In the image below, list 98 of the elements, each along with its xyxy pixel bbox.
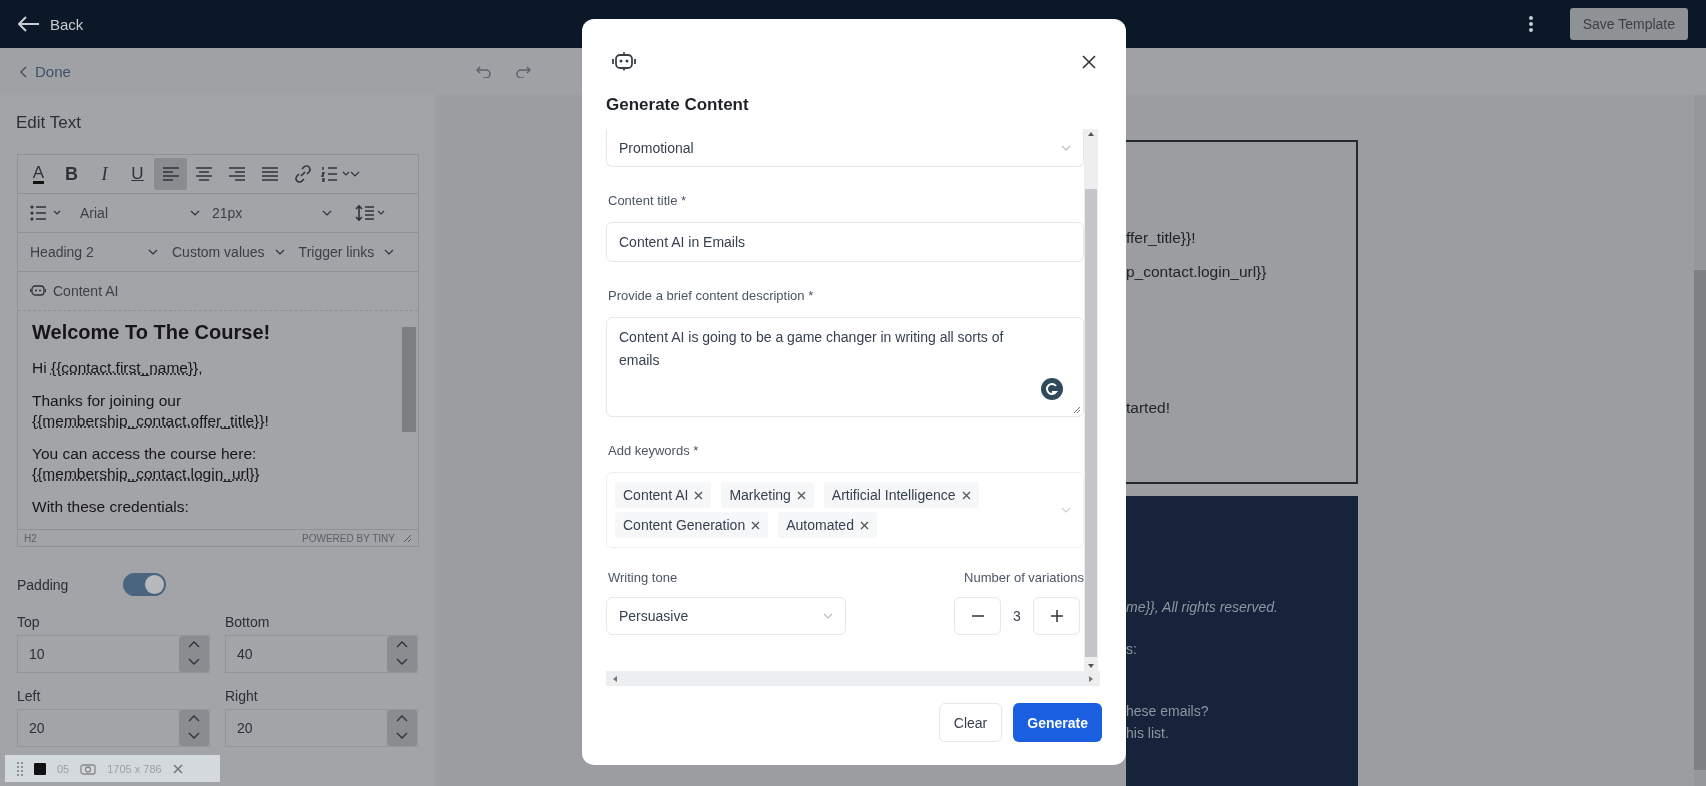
- font-family-dropdown[interactable]: Arial: [80, 205, 200, 221]
- footer-text: his list.: [1126, 724, 1170, 743]
- keyword-tag[interactable]: Content Generation: [615, 512, 769, 538]
- field-label: Top: [17, 614, 41, 630]
- content-ai-button[interactable]: Content AI: [30, 283, 119, 299]
- robot-icon: [612, 50, 636, 73]
- keyword-tag[interactable]: Artificial Intelligence: [823, 482, 979, 508]
- text-color-button[interactable]: A: [22, 158, 55, 190]
- remove-icon[interactable]: [751, 520, 761, 530]
- bold-button[interactable]: B: [55, 158, 88, 190]
- email-heading: Welcome To The Course!: [32, 321, 272, 344]
- caret-icon: [274, 249, 285, 255]
- number-field[interactable]: 20: [225, 709, 418, 747]
- field-label: Provide a brief content description *: [608, 288, 815, 303]
- field-label: Content title *: [608, 193, 688, 208]
- drag-handle-icon[interactable]: [17, 761, 23, 776]
- clear-button[interactable]: Clear: [938, 703, 1003, 742]
- justify-icon: [260, 167, 279, 181]
- resize-handle-icon[interactable]: [403, 533, 412, 543]
- scrollbar[interactable]: [1084, 129, 1098, 671]
- content-title-field[interactable]: Content AI in Emails: [606, 222, 1084, 262]
- align-center-icon: [194, 167, 213, 181]
- remove-icon[interactable]: [796, 490, 806, 500]
- padding-label: Padding: [17, 576, 69, 593]
- footer-text: hese emails?: [1126, 702, 1210, 721]
- content-type-select[interactable]: Promotional: [606, 129, 1084, 167]
- chevron-left-icon: [20, 65, 28, 78]
- link-icon: [293, 165, 312, 183]
- element-path: H2: [24, 532, 37, 544]
- field-label: Add keywords *: [608, 443, 700, 458]
- number-field[interactable]: 20: [17, 709, 210, 747]
- field-label: Bottom: [225, 614, 271, 630]
- email-paragraph: You can access the course here: {{membership_contact.login_url}}: [32, 444, 261, 484]
- more-options-icon[interactable]: [1527, 15, 1534, 33]
- done-link[interactable]: Done: [20, 63, 71, 80]
- save-template-button[interactable]: Save Template: [1569, 8, 1688, 40]
- footer-text: me}}, All rights reserved.: [1126, 598, 1279, 617]
- increment-button[interactable]: [1033, 597, 1080, 635]
- panel-title: Edit Text: [16, 113, 82, 133]
- email-text: tarted!: [1126, 398, 1171, 418]
- grammar-assistant-icon[interactable]: [1041, 378, 1063, 400]
- powered-by-label: POWERED BY TINY: [302, 532, 395, 544]
- description-field[interactable]: Content AI is going to be a game changer in writing all sorts of emails: [606, 317, 1084, 417]
- align-left-button[interactable]: [154, 158, 187, 190]
- caret-icon: [384, 249, 395, 255]
- caret-icon: [190, 210, 200, 216]
- writing-tone-select[interactable]: Persuasive: [606, 597, 846, 635]
- field-label: Number of variations: [964, 570, 1084, 585]
- field-label: Right: [225, 688, 259, 704]
- generate-button[interactable]: Generate: [1013, 703, 1102, 742]
- email-paragraph: Thanks for joining our {{membership_contact.offer_title}}!: [32, 391, 270, 431]
- caret-icon[interactable]: [350, 171, 360, 177]
- plus-icon: [1050, 610, 1063, 622]
- menu-dropdown[interactable]: Trigger links: [298, 244, 395, 260]
- email-text: ffer_title}}!: [1126, 228, 1197, 248]
- menu-dropdown[interactable]: Custom values: [172, 244, 285, 260]
- caret-icon: [148, 249, 158, 255]
- keyword-tag[interactable]: Marketing: [721, 482, 814, 508]
- scrollbar[interactable]: [1694, 95, 1706, 786]
- number-field[interactable]: 40: [225, 635, 418, 673]
- email-paragraph: With these credentials:: [32, 497, 190, 517]
- font-size-dropdown[interactable]: 21px: [212, 205, 332, 221]
- resize-handle-icon[interactable]: [1073, 406, 1081, 414]
- footer-text: s:: [1126, 640, 1138, 659]
- numbered-list-icon: [320, 166, 351, 182]
- underline-button[interactable]: U: [121, 158, 154, 190]
- block-format-dropdown[interactable]: Heading 2: [30, 244, 158, 260]
- horizontal-scrollbar[interactable]: [606, 671, 1100, 686]
- robot-icon: [30, 284, 46, 298]
- caret-icon: [322, 210, 332, 216]
- email-text: p_contact.login_url}}: [1126, 262, 1268, 282]
- keyword-tag[interactable]: Automated: [778, 512, 877, 538]
- stop-icon[interactable]: [34, 762, 46, 775]
- italic-button[interactable]: I: [88, 158, 121, 190]
- camera-icon[interactable]: [80, 762, 97, 775]
- minus-icon: [971, 615, 984, 617]
- undo-icon[interactable]: [475, 65, 492, 78]
- email-paragraph: Hi {{contact.first_name}},: [32, 358, 204, 378]
- padding-toggle[interactable]: [123, 573, 167, 596]
- keyword-tag[interactable]: Content AI: [615, 482, 712, 508]
- caret-icon: [1061, 144, 1071, 151]
- remove-icon[interactable]: [961, 490, 971, 500]
- caret-icon: [823, 613, 833, 619]
- field-label: Left: [17, 688, 42, 704]
- align-left-icon: [161, 167, 180, 181]
- remove-icon[interactable]: [859, 520, 869, 530]
- variations-count: 3: [1012, 608, 1022, 624]
- align-right-icon: [227, 167, 246, 181]
- redo-icon[interactable]: [514, 65, 531, 78]
- remove-icon[interactable]: [694, 490, 704, 500]
- dialog-title: Generate Content: [606, 95, 750, 115]
- keywords-field[interactable]: Content AI Marketing Artificial Intelligence Content Generation Automated: [606, 472, 1084, 548]
- back-button[interactable]: Back: [18, 15, 84, 33]
- number-field[interactable]: 10: [17, 635, 210, 673]
- close-icon[interactable]: [1082, 54, 1096, 69]
- back-arrow-icon: [18, 16, 40, 32]
- line-height-icon: [355, 204, 387, 222]
- field-label: Writing tone: [608, 570, 678, 585]
